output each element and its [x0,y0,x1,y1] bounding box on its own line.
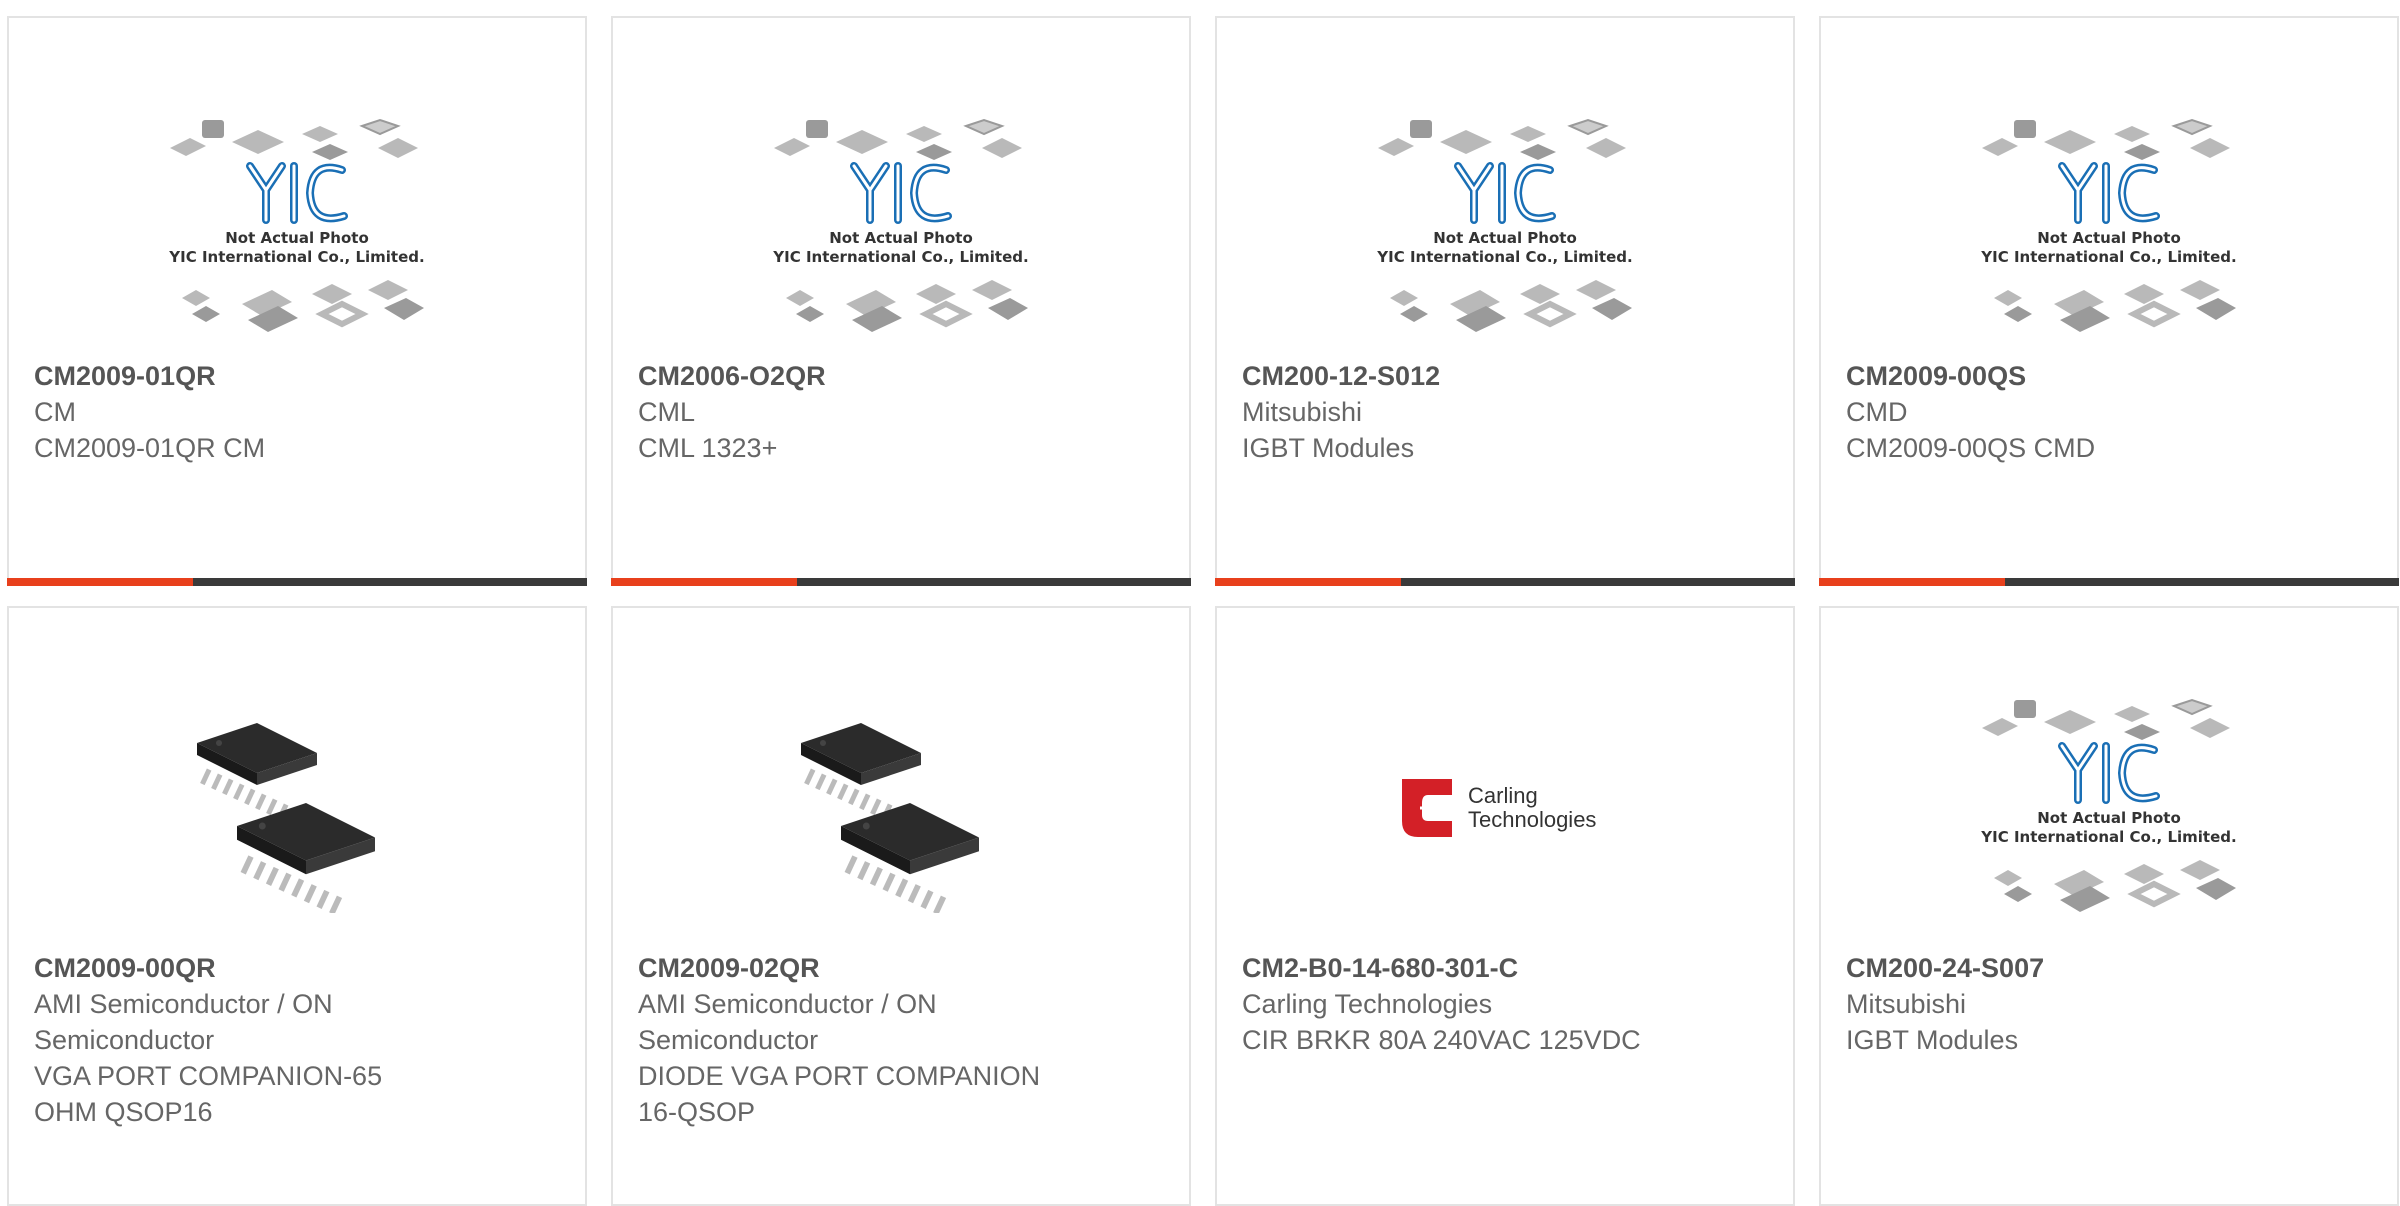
component-icons-bottom [1390,280,1632,332]
product-card[interactable]: Not Actual Photo YIC International Co., L… [7,16,587,586]
product-card[interactable]: CM2009-00QR AMI Semiconductor / ON Semic… [7,606,587,1206]
placeholder-company: YIC International Co., Limited. [1376,248,1632,266]
manufacturer: AMI Semiconductor / ON [638,989,937,1019]
manufacturer: AMI Semiconductor / ON [34,989,333,1019]
part-number-link[interactable]: CM2009-01QR [34,358,565,394]
part-number-link[interactable]: CM2009-00QR [34,950,565,986]
placeholder-caption: Not Actual Photo [225,229,369,247]
description: CIR BRKR 80A 240VAC 125VDC [1242,1025,1641,1055]
component-icons-top [774,118,1022,160]
description: CML 1323+ [638,433,778,463]
part-number-link[interactable]: CM200-24-S007 [1846,950,2377,986]
product-card[interactable]: Carling Technologies CM2-B0-14-680-301-C… [1215,606,1795,1206]
carling-technologies-logo: Carling Technologies [1217,658,1793,958]
placeholder-company: YIC International Co., Limited. [1980,248,2236,266]
card-accent-bar [7,578,587,586]
carling-logo-line2: Technologies [1468,807,1596,832]
component-icons-bottom [786,280,1028,332]
description: CM2009-01QR CM [34,433,266,463]
product-card[interactable]: Not Actual Photo YIC International Co., L… [1819,16,2399,586]
product-chip-photo [9,658,585,958]
description: IGBT Modules [1846,1025,2019,1055]
product-image-placeholder: Not Actual Photo YIC International Co., L… [1821,658,2397,958]
component-icons-top [1378,118,1626,160]
yic-logo [2058,742,2160,804]
description-cont: OHM QSOP16 [34,1097,213,1127]
manufacturer: Carling Technologies [1242,989,1493,1019]
part-number-link[interactable]: CM2009-02QR [638,950,1169,986]
card-accent-bar [611,578,1191,586]
component-icons-bottom [182,280,424,332]
qsop-chip-icon-2 [237,803,375,913]
manufacturer: CM [34,397,76,427]
manufacturer-cont: Semiconductor [34,1025,215,1055]
manufacturer: Mitsubishi [1242,397,1363,427]
description: DIODE VGA PORT COMPANION [638,1061,1041,1091]
description: VGA PORT COMPANION-65 [34,1061,383,1091]
manufacturer: Mitsubishi [1846,989,1967,1019]
qsop-chip-icon-2 [841,803,979,913]
placeholder-company: YIC International Co., Limited. [1980,828,2236,846]
part-number-link[interactable]: CM2-B0-14-680-301-C [1242,950,1773,986]
yic-logo [1454,162,1556,224]
part-number-link[interactable]: CM2009-00QS [1846,358,2377,394]
product-image-placeholder: Not Actual Photo YIC International Co., L… [9,88,585,368]
manufacturer: CMD [1846,397,1908,427]
manufacturer: CML [638,397,696,427]
placeholder-company: YIC International Co., Limited. [168,248,424,266]
product-image-placeholder: Not Actual Photo YIC International Co., L… [1217,88,1793,368]
carling-logo-line1: Carling [1468,783,1538,808]
description: IGBT Modules [1242,433,1415,463]
card-accent-bar [1215,578,1795,586]
part-number-link[interactable]: CM2006-O2QR [638,358,1169,394]
yic-logo [2058,162,2160,224]
product-card[interactable]: Not Actual Photo YIC International Co., L… [1819,606,2399,1206]
card-accent-bar [1819,578,2399,586]
placeholder-caption: Not Actual Photo [2037,229,2181,247]
component-icons-bottom [1994,860,2236,912]
placeholder-caption: Not Actual Photo [2037,809,2181,827]
description-cont: 16-QSOP [638,1097,756,1127]
placeholder-caption: Not Actual Photo [829,229,973,247]
product-card[interactable]: Not Actual Photo YIC International Co., L… [1215,16,1795,586]
product-card[interactable]: Not Actual Photo YIC International Co., L… [611,16,1191,586]
product-image-placeholder: Not Actual Photo YIC International Co., L… [613,88,1189,368]
product-chip-photo [613,658,1189,958]
component-icons-top [1982,698,2230,740]
yic-logo [246,162,348,224]
manufacturer-cont: Semiconductor [638,1025,819,1055]
yic-logo [850,162,952,224]
component-icons-bottom [1994,280,2236,332]
description: CM2009-00QS CMD [1846,433,2096,463]
product-image-placeholder: Not Actual Photo YIC International Co., L… [1821,88,2397,368]
placeholder-company: YIC International Co., Limited. [772,248,1028,266]
component-icons-top [1982,118,2230,160]
product-card[interactable]: CM2009-02QR AMI Semiconductor / ON Semic… [611,606,1191,1206]
placeholder-caption: Not Actual Photo [1433,229,1577,247]
component-icons-top [170,118,418,160]
part-number-link[interactable]: CM200-12-S012 [1242,358,1773,394]
